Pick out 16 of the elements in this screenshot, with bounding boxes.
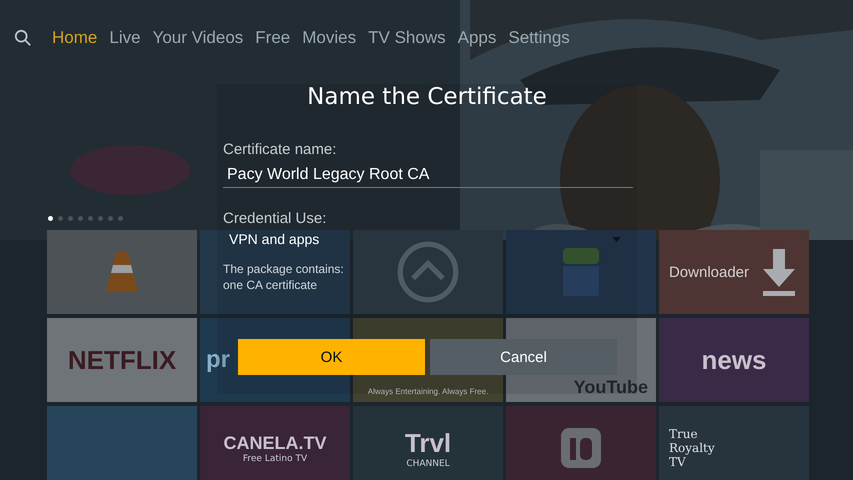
info-text: The package contains:: [223, 261, 345, 277]
tile-tagline: Free Latino TV: [242, 454, 308, 464]
tile-logo-text: NETFLIX: [68, 344, 176, 376]
dialog-title: Name the Certificate: [306, 84, 548, 110]
tile-tagline: Always Entertaining. Always Free.: [368, 387, 488, 396]
tile-tagline: CHANNEL: [406, 458, 450, 468]
field-label: Credential Use:: [223, 210, 328, 227]
tile-logo-text: YouTube: [574, 377, 648, 398]
field-label: Certificate name:: [223, 141, 338, 158]
tile-logo-text: Trvl: [404, 428, 452, 458]
tile-title: Downloader: [668, 264, 750, 280]
tile-logo-text: True Royalty TV: [669, 427, 716, 469]
tile-logo-text: CANELA.TV: [224, 432, 326, 454]
tile-logo-text: pr: [206, 346, 230, 374]
info-text: one CA certificate: [223, 277, 318, 293]
tile-logo-text: news: [701, 344, 767, 376]
